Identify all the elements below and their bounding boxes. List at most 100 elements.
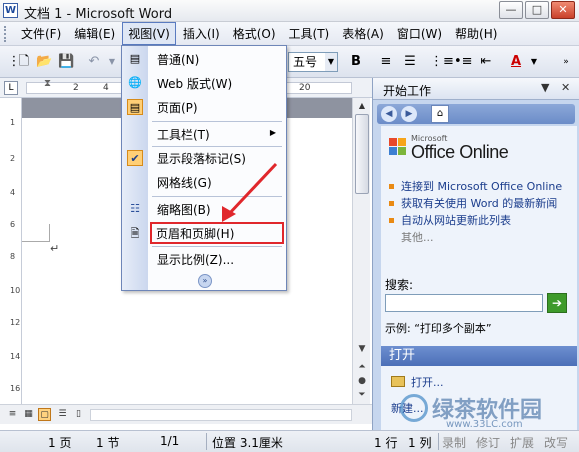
font-size-select[interactable]: 五号 ▼ <box>288 52 338 72</box>
undo-icon[interactable]: ↶ <box>86 54 102 70</box>
undo-dropdown-icon[interactable]: ▼ <box>104 54 120 70</box>
tab-stop-selector[interactable]: L <box>4 81 18 95</box>
web-layout-icon: 🌐 <box>128 76 142 89</box>
open-folder-icon[interactable]: 📂 <box>36 54 52 70</box>
horizontal-scrollbar[interactable] <box>90 409 352 421</box>
status-extend[interactable]: 扩展 <box>510 434 534 451</box>
previous-page-icon[interactable]: ⏶ <box>355 360 369 374</box>
status-record[interactable]: 录制 <box>442 434 466 451</box>
normal-view-icon[interactable]: ≡ <box>6 408 19 421</box>
menu-view[interactable]: 视图(V) <box>122 22 176 45</box>
vertical-ruler: 1 2 4 6 8 10 12 14 16 <box>8 98 22 404</box>
forward-icon[interactable]: ▶ <box>401 106 417 122</box>
numbered-list-icon[interactable]: ⋮≡ <box>430 54 454 70</box>
task-pane: 开始工作 ▼ ✕ ◀ ▶ ⌂ Microsoft Office Online 连… <box>372 78 579 430</box>
menu-item-normal[interactable]: ▤ 普通(N) <box>122 48 286 70</box>
check-icon: ✔ <box>127 150 143 166</box>
menubar-grip[interactable] <box>4 25 7 42</box>
print-layout-icon: ▤ <box>127 99 143 115</box>
task-pane-close-icon[interactable]: ✕ <box>561 81 570 94</box>
font-color-button[interactable]: A <box>508 54 524 70</box>
toolbar-options-icon[interactable]: » <box>558 54 574 70</box>
status-bar: 1 页 1 节 1/1 位置 3.1厘米 1 行 1 列 录制 修订 扩展 改写 <box>0 430 579 452</box>
menu-format[interactable]: 格式(O) <box>227 22 282 45</box>
scroll-up-icon[interactable]: ▲ <box>354 98 370 114</box>
expand-menu-icon[interactable]: » <box>198 274 212 288</box>
search-go-button[interactable]: ➔ <box>547 293 567 313</box>
next-page-icon[interactable]: ⏷ <box>355 388 369 402</box>
link-connect-office-online[interactable]: 连接到 Microsoft Office Online <box>387 180 573 193</box>
bold-button[interactable]: B <box>348 54 364 70</box>
chevron-down-icon[interactable]: ▼ <box>325 53 337 71</box>
decrease-indent-icon[interactable]: ⇤ <box>478 54 494 70</box>
office-logo-icon <box>389 138 407 156</box>
view-mode-bar: ≡ ▦ ▢ ☰ ▯ <box>0 404 372 424</box>
browse-object-icon[interactable]: ● <box>355 374 369 388</box>
save-icon[interactable]: 💾 <box>58 54 74 70</box>
menu-item-header-footer[interactable]: 页眉和页脚(H) <box>150 222 284 244</box>
scroll-down-icon[interactable]: ▼ <box>355 342 369 356</box>
menu-item-label: 普通(N) <box>157 53 200 67</box>
menu-item-label: Web 版式(W) <box>157 77 233 91</box>
status-page: 1 页 <box>48 436 72 450</box>
menu-item-web-layout[interactable]: 🌐 Web 版式(W) <box>122 72 286 94</box>
status-line: 1 行 <box>374 436 398 450</box>
vruler-tick: 12 <box>10 318 21 327</box>
home-icon[interactable]: ⌂ <box>431 105 449 123</box>
menu-item-print-layout[interactable]: ▤ 页面(P) <box>122 96 286 118</box>
web-layout-view-icon[interactable]: ▦ <box>22 408 35 421</box>
align-center-icon[interactable]: ≡ <box>378 54 394 70</box>
bulleted-list-icon[interactable]: •≡ <box>454 54 473 70</box>
align-justify-icon[interactable]: ☰ <box>402 54 418 70</box>
vruler-tick: 6 <box>10 220 16 229</box>
menu-item-show-paragraph-marks[interactable]: ✔ 显示段落标记(S) <box>122 147 286 169</box>
margin-corner-mark <box>22 224 50 242</box>
link-latest-news[interactable]: 获取有关使用 Word 的最新新闻 <box>387 197 573 210</box>
status-overtype[interactable]: 改写 <box>544 434 568 451</box>
menu-window[interactable]: 窗口(W) <box>391 22 448 45</box>
vruler-tick: 16 <box>10 384 21 393</box>
word-document-icon[interactable]: W <box>3 3 18 18</box>
menu-item-gridlines[interactable]: 网格线(G) <box>122 171 286 193</box>
menu-insert[interactable]: 插入(I) <box>177 22 226 45</box>
font-color-dropdown-icon[interactable]: ▼ <box>526 54 542 70</box>
menu-item-zoom[interactable]: 显示比例(Z)... <box>122 248 286 270</box>
status-position: 位置 3.1厘米 <box>212 436 283 450</box>
search-example: 示例: “打印多个副本” <box>385 322 492 335</box>
reading-layout-view-icon[interactable]: ▯ <box>72 408 85 421</box>
status-section: 1 节 <box>96 436 120 450</box>
link-text: 连接到 Microsoft Office Online <box>401 180 563 193</box>
menu-item-label: 显示比例(Z)... <box>157 253 235 267</box>
menu-item-thumbnails[interactable]: ☷ 缩略图(B) <box>122 198 286 220</box>
window-title: 文档 1 - Microsoft Word <box>24 7 173 22</box>
minimize-button[interactable]: — <box>499 1 523 19</box>
menu-help[interactable]: 帮助(H) <box>449 22 503 45</box>
maximize-button[interactable]: □ <box>525 1 549 19</box>
menu-tools[interactable]: 工具(T) <box>283 22 336 45</box>
print-layout-view-icon[interactable]: ▢ <box>38 408 51 421</box>
menu-edit[interactable]: 编辑(E) <box>68 22 121 45</box>
open-section-header[interactable]: 打开 <box>381 346 577 366</box>
view-menu-dropdown: ▤ 普通(N) 🌐 Web 版式(W) ▤ 页面(P) 工具栏(T) ▶ ✔ 显… <box>121 45 287 291</box>
new-document-icon[interactable]: 🗋 <box>16 54 32 70</box>
menu-table[interactable]: 表格(A) <box>336 22 390 45</box>
header-footer-icon: 🗎 <box>130 227 140 240</box>
logo-office-online-text: Office Online <box>411 142 509 162</box>
ruler-tick: 20 <box>299 83 311 93</box>
scroll-thumb[interactable] <box>355 114 369 194</box>
link-auto-update[interactable]: 自动从网站更新此列表 <box>387 214 573 227</box>
menu-item-toolbars[interactable]: 工具栏(T) ▶ <box>122 123 286 145</box>
getting-started-panel: Microsoft Office Online 连接到 Microsoft Of… <box>381 126 577 346</box>
search-input[interactable] <box>385 294 543 312</box>
back-icon[interactable]: ◀ <box>381 106 397 122</box>
indent-marker-icon[interactable]: ⧗ <box>44 78 51 89</box>
task-pane-menu-icon[interactable]: ▼ <box>541 81 549 94</box>
open-link[interactable]: 打开... <box>391 374 444 390</box>
close-button[interactable]: ✕ <box>551 1 575 19</box>
menu-item-label: 网格线(G) <box>157 176 212 190</box>
vertical-scrollbar[interactable]: ▲ ▼ ⏶ ● ⏷ <box>352 98 370 404</box>
status-track-changes[interactable]: 修订 <box>476 434 500 451</box>
link-more[interactable]: 其他... <box>387 231 573 244</box>
outline-view-icon[interactable]: ☰ <box>56 408 69 421</box>
menu-file[interactable]: 文件(F) <box>15 22 67 45</box>
